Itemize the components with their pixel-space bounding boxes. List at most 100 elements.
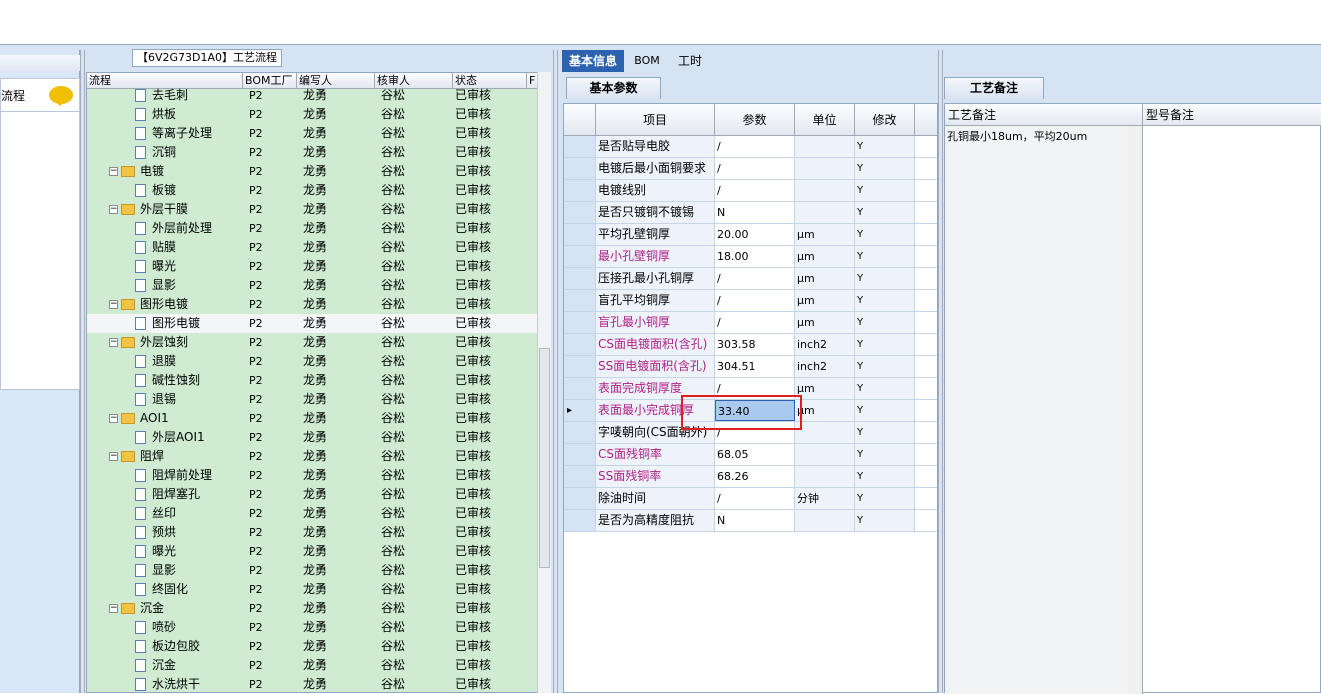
tree-row[interactable]: 显影 P2 龙勇 谷松 已审核 [87, 561, 537, 580]
param-row[interactable]: SS面残铜率 68.26 Y [564, 466, 937, 488]
tree-node[interactable]: 曝光 [135, 257, 243, 276]
tree-row[interactable]: 贴膜 P2 龙勇 谷松 已审核 [87, 238, 537, 257]
param-row[interactable]: CS面残铜率 68.05 Y [564, 444, 937, 466]
tree-row[interactable]: 等离子处理 P2 龙勇 谷松 已审核 [87, 124, 537, 143]
tab-process-notes[interactable]: 工艺备注 [944, 77, 1044, 99]
tree-row[interactable]: − 电镀 P2 龙勇 谷松 已审核 [87, 162, 537, 181]
tree-node[interactable]: 水洗烘干 [135, 675, 243, 692]
param-row[interactable]: 盲孔平均铜厚 / μm Y [564, 290, 937, 312]
process-tree-grid[interactable]: 流程 BOM工厂 编写人 核审人 状态 F 去毛刺 P2 龙勇 谷松 已审核 烘板 P2 龙勇… [86, 72, 551, 693]
row-selector[interactable] [564, 202, 596, 223]
tree-node[interactable]: 碱性蚀刻 [135, 371, 243, 390]
tree-row[interactable]: 阻焊前处理 P2 龙勇 谷松 已审核 [87, 466, 537, 485]
splitter-middle[interactable] [553, 50, 558, 693]
tab-work-hours[interactable]: 工时 [670, 50, 710, 72]
tree-node[interactable]: − 电镀 [109, 162, 243, 181]
row-selector[interactable] [564, 466, 596, 487]
col-modify[interactable]: 修改 [855, 104, 915, 136]
notes-grid[interactable]: 工艺备注 型号备注 孔铜最小18um，平均20um [944, 103, 1321, 694]
tree-row[interactable]: 外层前处理 P2 龙勇 谷松 已审核 [87, 219, 537, 238]
tree-row[interactable]: 去毛刺 P2 龙勇 谷松 已审核 [87, 86, 537, 105]
param-value[interactable]: 68.26 [715, 466, 795, 487]
tree-node[interactable]: 板镀 [135, 181, 243, 200]
tree-row[interactable]: − 阻焊 P2 龙勇 谷松 已审核 [87, 447, 537, 466]
param-row[interactable]: 是否贴导电胶 / Y [564, 136, 937, 158]
tree-node[interactable]: − 外层干膜 [109, 200, 243, 219]
scroll-thumb[interactable] [539, 348, 550, 568]
param-row[interactable]: 压接孔最小孔铜厚 / μm Y [564, 268, 937, 290]
row-selector[interactable] [564, 224, 596, 245]
collapse-toggle-icon[interactable]: − [109, 205, 118, 214]
param-row[interactable]: 电镀线别 / Y [564, 180, 937, 202]
tree-node[interactable]: 阻焊塞孔 [135, 485, 243, 504]
param-row[interactable]: SS面电镀面积(含孔) 304.51 inch2 Y [564, 356, 937, 378]
col-model-notes[interactable]: 型号备注 [1143, 104, 1321, 126]
tree-row[interactable]: − 外层蚀刻 P2 龙勇 谷松 已审核 [87, 333, 537, 352]
tree-row[interactable]: 沉铜 P2 龙勇 谷松 已审核 [87, 143, 537, 162]
row-selector[interactable] [564, 378, 596, 399]
row-selector[interactable] [564, 246, 596, 267]
param-value[interactable]: N [715, 510, 795, 531]
tree-row[interactable]: 退锡 P2 龙勇 谷松 已审核 [87, 390, 537, 409]
tree-node[interactable]: − AOI1 [109, 409, 243, 428]
tree-row[interactable]: 预烘 P2 龙勇 谷松 已审核 [87, 523, 537, 542]
tree-row[interactable]: 曝光 P2 龙勇 谷松 已审核 [87, 257, 537, 276]
tree-node[interactable]: 显影 [135, 561, 243, 580]
param-row[interactable]: 电镀后最小面铜要求 / Y [564, 158, 937, 180]
notes-scrollbar[interactable] [1128, 126, 1142, 694]
tree-node[interactable]: 烘板 [135, 105, 243, 124]
row-selector[interactable] [564, 510, 596, 531]
row-selector[interactable] [564, 268, 596, 289]
tree-row[interactable]: 曝光 P2 龙勇 谷松 已审核 [87, 542, 537, 561]
tree-row[interactable]: − 外层干膜 P2 龙勇 谷松 已审核 [87, 200, 537, 219]
param-value[interactable]: / [715, 136, 795, 157]
tree-row[interactable]: 板边包胶 P2 龙勇 谷松 已审核 [87, 637, 537, 656]
collapse-toggle-icon[interactable]: − [109, 338, 118, 347]
left-flow-item[interactable]: 流程 [0, 78, 80, 112]
param-row[interactable]: 平均孔壁铜厚 20.00 μm Y [564, 224, 937, 246]
tree-node[interactable]: 预烘 [135, 523, 243, 542]
param-row[interactable]: 除油时间 / 分钟 Y [564, 488, 937, 510]
tree-node[interactable]: 沉铜 [135, 143, 243, 162]
row-selector[interactable] [564, 422, 596, 443]
row-selector[interactable] [564, 158, 596, 179]
param-value[interactable]: 20.00 [715, 224, 795, 245]
tree-node[interactable]: 终固化 [135, 580, 243, 599]
splitter-right[interactable] [938, 50, 943, 693]
param-value[interactable]: 303.58 [715, 334, 795, 355]
param-value[interactable]: 304.51 [715, 356, 795, 377]
tree-row[interactable]: 图形电镀 P2 龙勇 谷松 已审核 [87, 314, 537, 333]
tree-row[interactable]: 沉金 P2 龙勇 谷松 已审核 [87, 656, 537, 675]
tree-node[interactable]: − 外层蚀刻 [109, 333, 243, 352]
tree-node[interactable]: 曝光 [135, 542, 243, 561]
tree-row[interactable]: 板镀 P2 龙勇 谷松 已审核 [87, 181, 537, 200]
tree-node[interactable]: − 沉金 [109, 599, 243, 618]
row-selector[interactable] [564, 488, 596, 509]
tree-node[interactable]: 丝印 [135, 504, 243, 523]
param-value[interactable]: / [715, 312, 795, 333]
param-value[interactable]: 18.00 [715, 246, 795, 267]
param-value[interactable]: / [715, 290, 795, 311]
tree-node[interactable]: 显影 [135, 276, 243, 295]
row-selector[interactable] [564, 334, 596, 355]
collapse-toggle-icon[interactable]: − [109, 452, 118, 461]
tree-row[interactable]: 烘板 P2 龙勇 谷松 已审核 [87, 105, 537, 124]
param-value[interactable]: / [715, 488, 795, 509]
col-unit[interactable]: 单位 [795, 104, 855, 136]
tree-row[interactable]: 显影 P2 龙勇 谷松 已审核 [87, 276, 537, 295]
collapse-toggle-icon[interactable]: − [109, 167, 118, 176]
row-selector[interactable] [564, 444, 596, 465]
tree-row[interactable]: 退膜 P2 龙勇 谷松 已审核 [87, 352, 537, 371]
param-row[interactable]: 是否为高精度阻抗 N Y [564, 510, 937, 532]
tree-node[interactable]: 沉金 [135, 656, 243, 675]
param-value[interactable]: / [715, 158, 795, 179]
param-row[interactable]: 盲孔最小铜厚 / μm Y [564, 312, 937, 334]
tree-node[interactable]: 去毛刺 [135, 86, 243, 105]
tree-node[interactable]: 阻焊前处理 [135, 466, 243, 485]
col-process-notes[interactable]: 工艺备注 [945, 104, 1143, 126]
param-row[interactable]: 最小孔壁铜厚 18.00 μm Y [564, 246, 937, 268]
tree-node[interactable]: 等离子处理 [135, 124, 243, 143]
tree-row[interactable]: − AOI1 P2 龙勇 谷松 已审核 [87, 409, 537, 428]
row-selector[interactable] [564, 312, 596, 333]
row-selector[interactable]: ▸ [564, 400, 596, 421]
